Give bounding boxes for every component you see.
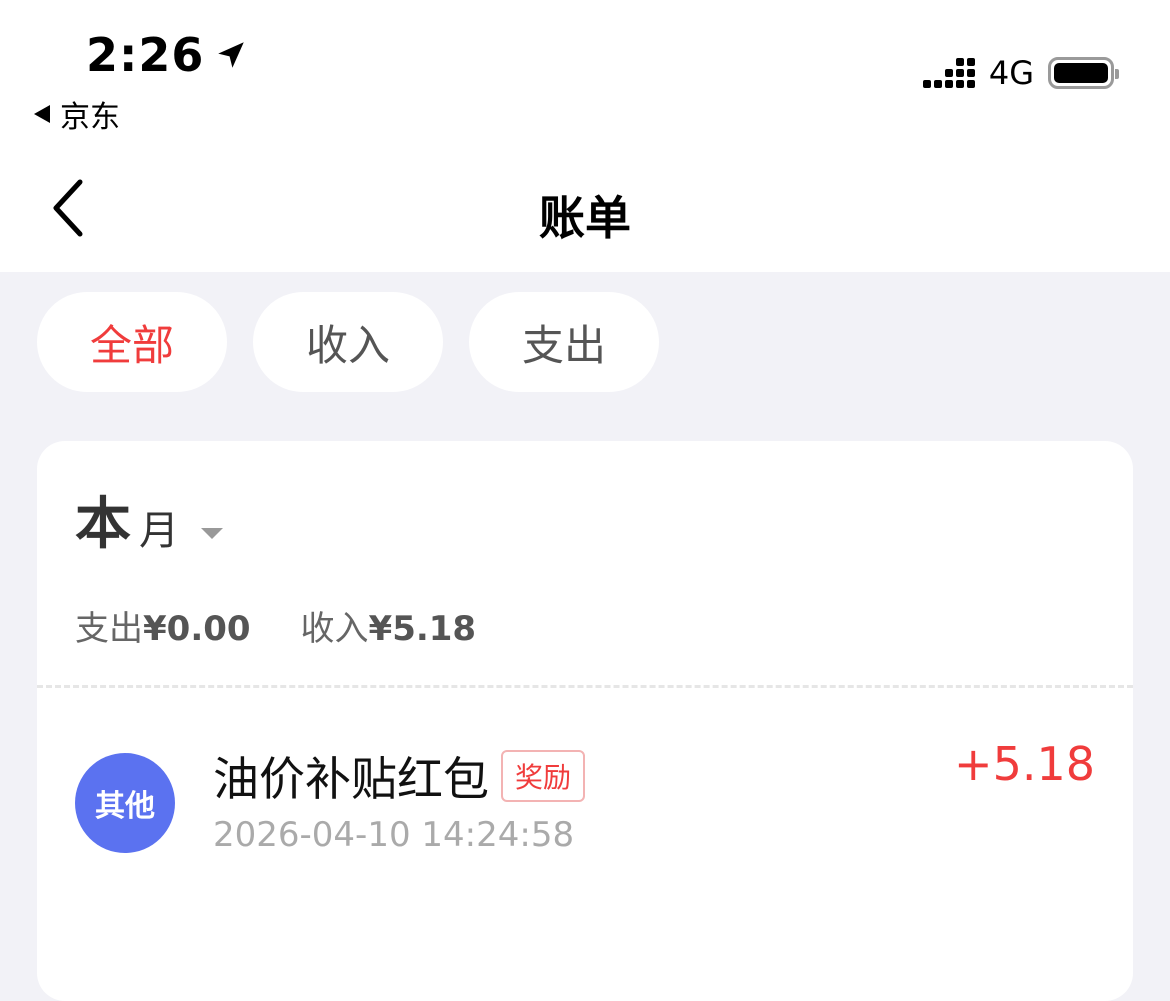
- income-value: ¥5.18: [368, 609, 477, 649]
- record-time: 2026-04-10 14:24:58: [213, 815, 575, 855]
- income-label: 收入: [300, 609, 369, 649]
- record-title: 油价补贴红包: [213, 752, 489, 806]
- expense-label: 支出: [75, 609, 143, 649]
- back-to-app[interactable]: 京东: [32, 92, 120, 136]
- record-amount: +5.18: [954, 737, 1095, 791]
- filter-tabs: 全部 收入 支出: [37, 292, 659, 392]
- top-bar: 2:26 京东 4G 账单: [0, 0, 1170, 272]
- back-app-label: 京东: [60, 100, 120, 135]
- list-item[interactable]: 其他 油价补贴红包 奖励 2026-04-10 14:24:58 +5.18: [37, 731, 1133, 861]
- location-arrow-icon: [218, 42, 245, 68]
- month-label-small: 月: [139, 508, 179, 554]
- tab-expense[interactable]: 支出: [469, 292, 659, 392]
- month-label-big: 本: [75, 492, 131, 557]
- cellular-signal-icon: [922, 58, 975, 88]
- tab-all[interactable]: 全部: [37, 292, 227, 392]
- expense-value: ¥0.00: [143, 609, 251, 649]
- network-type: 4G: [988, 54, 1034, 92]
- status-time-text: 2:26: [86, 28, 205, 82]
- category-avatar: 其他: [75, 753, 175, 853]
- month-summary: 支出¥0.00 收入¥5.18: [75, 601, 476, 650]
- bill-card: 本 月 支出¥0.00 收入¥5.18 其他 油价补贴红包 奖励 2026-04…: [37, 441, 1133, 1001]
- triangle-left-icon: [34, 105, 50, 123]
- expense-summary: 支出¥0.00: [75, 601, 251, 650]
- record-tag-badge: 奖励: [501, 750, 586, 802]
- status-indicators: 4G: [922, 54, 1119, 92]
- income-summary: 收入¥5.18: [301, 601, 477, 650]
- status-time: 2:26: [86, 28, 248, 82]
- page-title: 账单: [539, 191, 631, 245]
- record-title-row: 油价补贴红包 奖励: [213, 743, 586, 809]
- month-selector[interactable]: 本 月: [75, 497, 223, 553]
- battery-icon: [1048, 57, 1119, 89]
- caret-down-icon: [201, 528, 223, 539]
- divider: [37, 685, 1133, 688]
- tab-income[interactable]: 收入: [253, 292, 443, 392]
